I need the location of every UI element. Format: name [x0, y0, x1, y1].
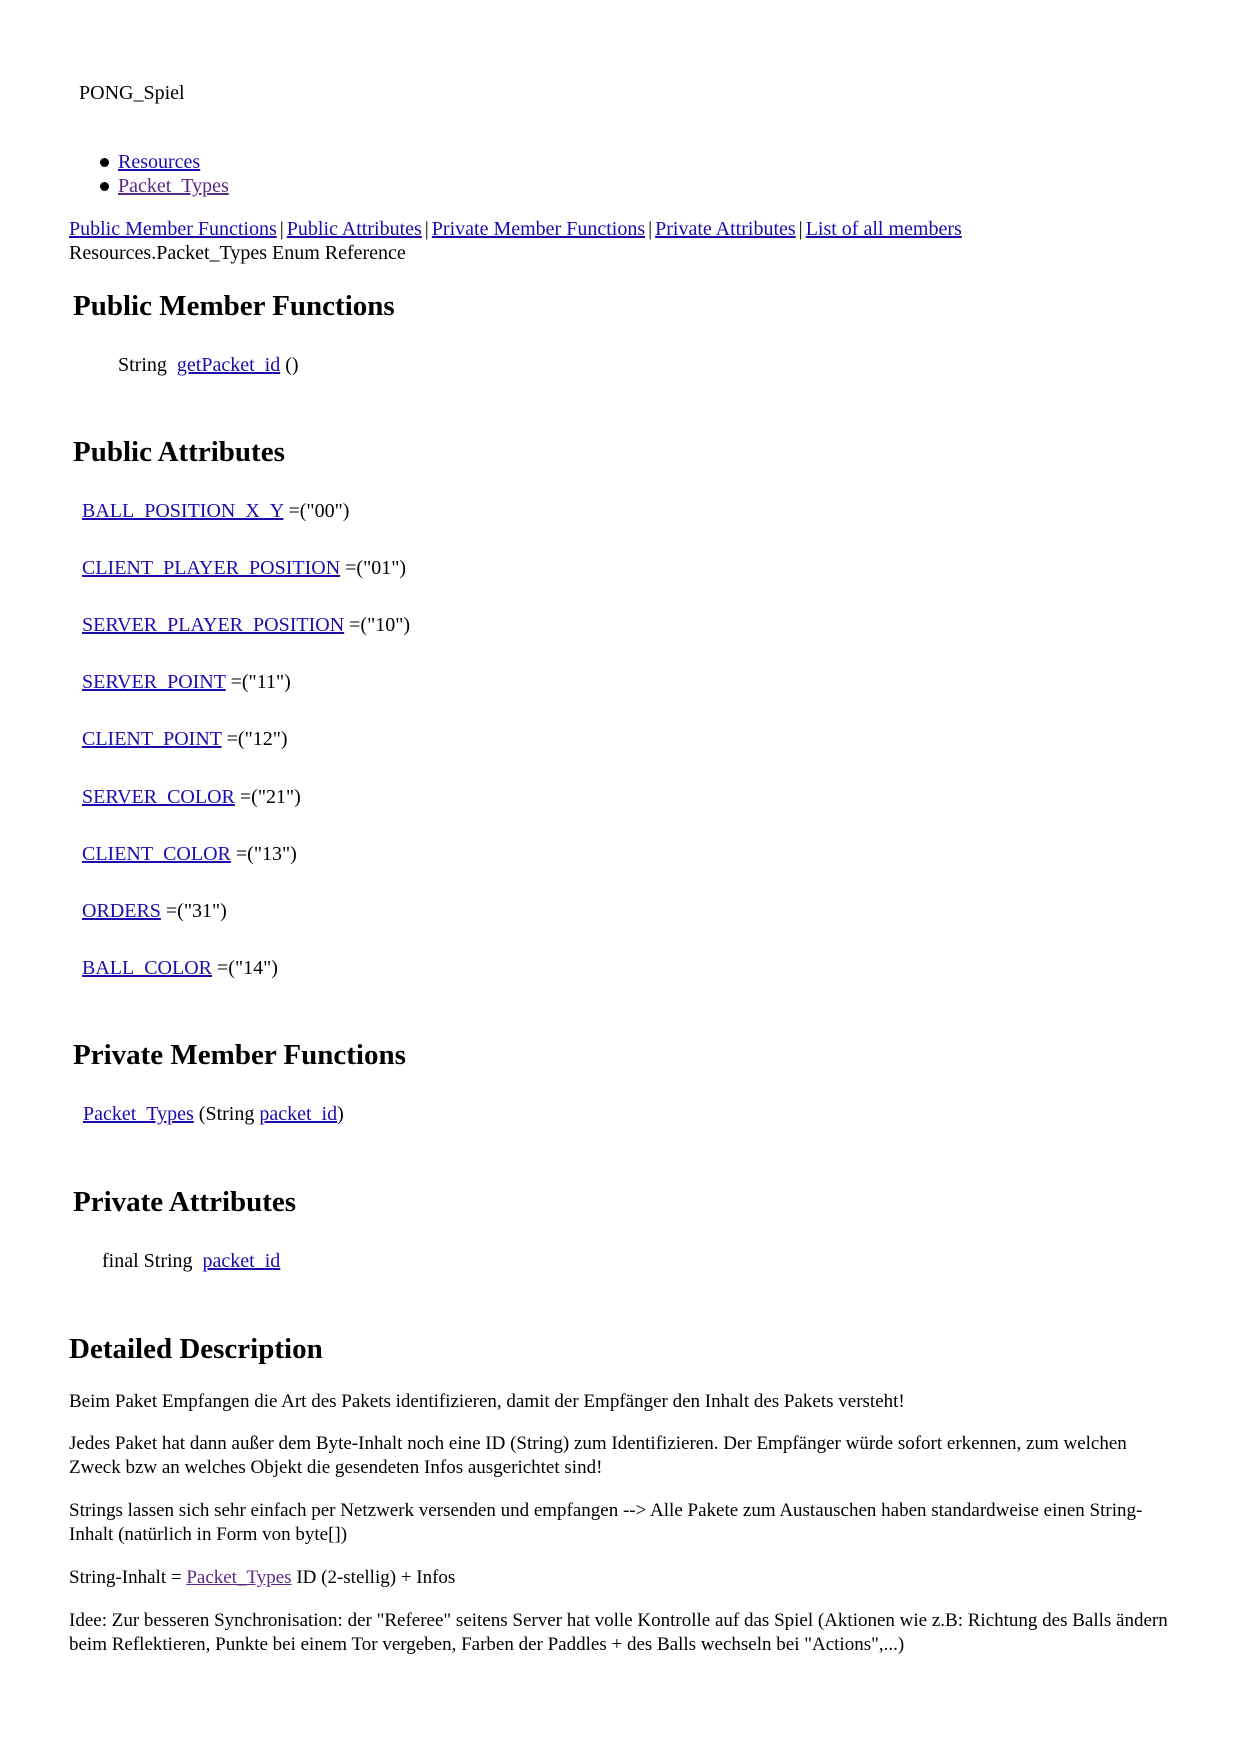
summary-separator: | [424, 218, 429, 240]
attribute-link[interactable]: SERVER_PLAYER_POSITION [82, 614, 344, 636]
attribute-link[interactable]: CLIENT_COLOR [82, 843, 231, 865]
heading-detailed-description: Detailed Description [69, 1333, 323, 1365]
heading-private-member-functions: Private Member Functions [73, 1039, 406, 1071]
attribute-row-server-point: SERVER_POINT =("11") [82, 671, 291, 694]
attribute-value: =("10") [344, 614, 411, 636]
attribute-value: =("13") [230, 843, 297, 865]
attribute-value: =("31") [160, 900, 227, 922]
description-4-suffix: ID (2-stellig) + Infos [291, 1567, 456, 1588]
summary-bar: Public Member Functions | Public Attribute… [69, 218, 962, 241]
summary-link-private-attributes[interactable]: Private Attributes [655, 218, 796, 240]
nav-link-packet-types[interactable]: Packet_Types [118, 175, 229, 197]
function-link-getpacket-id[interactable]: getPacket_id [177, 354, 280, 376]
nav-item-packet-types: Packet_Types [100, 174, 229, 198]
attribute-link[interactable]: CLIENT_PLAYER_POSITION [82, 557, 340, 579]
summary-separator: | [648, 218, 653, 240]
attribute-value: =("01") [340, 557, 407, 579]
description-4-prefix: String-Inhalt = [69, 1567, 187, 1588]
attribute-row-server-player-position: SERVER_PLAYER_POSITION =("10") [82, 614, 410, 637]
attribute-link[interactable]: BALL_POSITION_X_Y [82, 500, 283, 522]
summary-link-all-members[interactable]: List of all members [806, 218, 962, 240]
description-paragraph-4: String-Inhalt = Packet_Types ID (2-stell… [69, 1566, 1179, 1590]
description-paragraph-2: Jedes Paket hat dann außer dem Byte-Inha… [69, 1433, 1127, 1478]
summary-separator: | [279, 218, 284, 240]
summary-separator: | [798, 218, 803, 240]
private-function-row: Packet_Types (String packet_id) [83, 1103, 344, 1126]
param-link-packet-id[interactable]: packet_id [259, 1103, 337, 1125]
description-paragraph-1: Beim Paket Empfangen die Art des Pakets … [69, 1391, 905, 1412]
function-params-suffix: ) [337, 1103, 344, 1125]
summary-link-private-member-functions[interactable]: Private Member Functions [432, 218, 645, 240]
heading-public-attributes: Public Attributes [73, 436, 285, 468]
project-title: PONG_Spiel [79, 82, 185, 104]
attribute-link-packet-id[interactable]: packet_id [203, 1250, 281, 1272]
nav-tree: Resources Packet_Types [100, 150, 229, 198]
attribute-row-client-color: CLIENT_COLOR =("13") [82, 843, 297, 866]
description-paragraph-3: Strings lassen sich sehr einfach per Net… [69, 1500, 1143, 1545]
function-link-packet-types[interactable]: Packet_Types [83, 1103, 194, 1125]
attribute-value: =("00") [283, 500, 350, 522]
heading-public-member-functions: Public Member Functions [73, 290, 395, 322]
function-params: () [280, 354, 299, 376]
attribute-link[interactable]: CLIENT_POINT [82, 728, 222, 750]
attribute-link[interactable]: SERVER_POINT [82, 671, 226, 693]
attribute-link[interactable]: ORDERS [82, 900, 161, 922]
attribute-link[interactable]: SERVER_COLOR [82, 786, 235, 808]
description-paragraph-5: Idee: Zur besseren Synchronisation: der … [69, 1610, 1168, 1655]
attribute-row-client-player-position: CLIENT_PLAYER_POSITION =("01") [82, 557, 406, 580]
attribute-row-orders: ORDERS =("31") [82, 900, 227, 923]
attribute-row-server-color: SERVER_COLOR =("21") [82, 786, 301, 809]
private-attribute-row: final String packet_id [102, 1250, 280, 1273]
summary-link-public-attributes[interactable]: Public Attributes [287, 218, 422, 240]
public-function-row: String getPacket_id () [118, 354, 299, 377]
attribute-type: final String [102, 1250, 193, 1272]
attribute-value: =("21") [234, 786, 301, 808]
attribute-row-client-point: CLIENT_POINT =("12") [82, 728, 288, 751]
attribute-link[interactable]: BALL_COLOR [82, 957, 212, 979]
attribute-value: =("11") [225, 671, 291, 693]
function-params-prefix: (String [193, 1103, 260, 1125]
summary-link-public-member-functions[interactable]: Public Member Functions [69, 218, 277, 240]
attribute-value: =("14") [212, 957, 278, 979]
page-title: Resources.Packet_Types Enum Reference [69, 242, 406, 264]
nav-item-resources: Resources [100, 150, 229, 174]
return-type: String [118, 354, 167, 376]
description-link-packet-types[interactable]: Packet_Types [186, 1567, 291, 1588]
attribute-row-ball-position-x-y: BALL_POSITION_X_Y =("00") [82, 500, 349, 523]
attribute-value: =("12") [221, 728, 288, 750]
heading-private-attributes: Private Attributes [73, 1186, 297, 1218]
attribute-row-ball-color: BALL_COLOR =("14") [82, 957, 278, 980]
nav-link-resources[interactable]: Resources [118, 151, 200, 173]
